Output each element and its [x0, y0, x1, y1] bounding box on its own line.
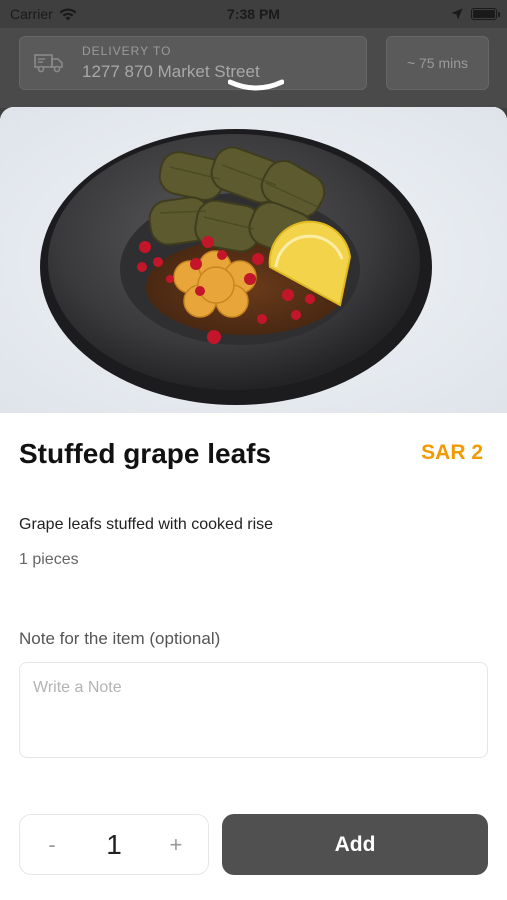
note-field[interactable]: [19, 662, 488, 758]
status-bar: Carrier 7:38 PM: [0, 0, 507, 28]
delivery-header: DELIVERY TO 1277 870 Market Street ~ 75 …: [0, 28, 507, 108]
delivery-truck-icon: [34, 54, 63, 73]
quantity-value: 1: [106, 828, 122, 860]
item-price: SAR 2: [421, 441, 483, 464]
delivery-label: DELIVERY TO: [82, 44, 172, 58]
dismiss-chevron-icon[interactable]: [228, 78, 284, 94]
item-photo: [0, 107, 507, 413]
item-title: Stuffed grape leafs: [19, 438, 272, 469]
item-detail-sheet: Stuffed grape leafs SAR 2 Grape leafs st…: [0, 107, 507, 900]
status-time: 7:38 PM: [227, 6, 280, 22]
increase-quantity-button[interactable]: +: [164, 832, 188, 858]
add-to-cart-button[interactable]: Add: [222, 814, 488, 875]
item-pieces: 1 pieces: [19, 551, 79, 568]
battery-icon: [471, 8, 500, 20]
delivery-text: DELIVERY TO 1277 870 Market Street: [82, 44, 260, 82]
item-description: Grape leafs stuffed with cooked rise: [19, 516, 274, 533]
quantity-stepper: - 1 +: [19, 814, 209, 875]
eta-badge[interactable]: ~ 75 mins: [386, 36, 489, 90]
note-label: Note for the item (optional): [19, 629, 221, 648]
stuffed-grape-leaves-photo: [0, 107, 507, 413]
delivery-address-button[interactable]: DELIVERY TO 1277 870 Market Street: [19, 36, 367, 90]
decrease-quantity-button[interactable]: -: [40, 832, 64, 858]
